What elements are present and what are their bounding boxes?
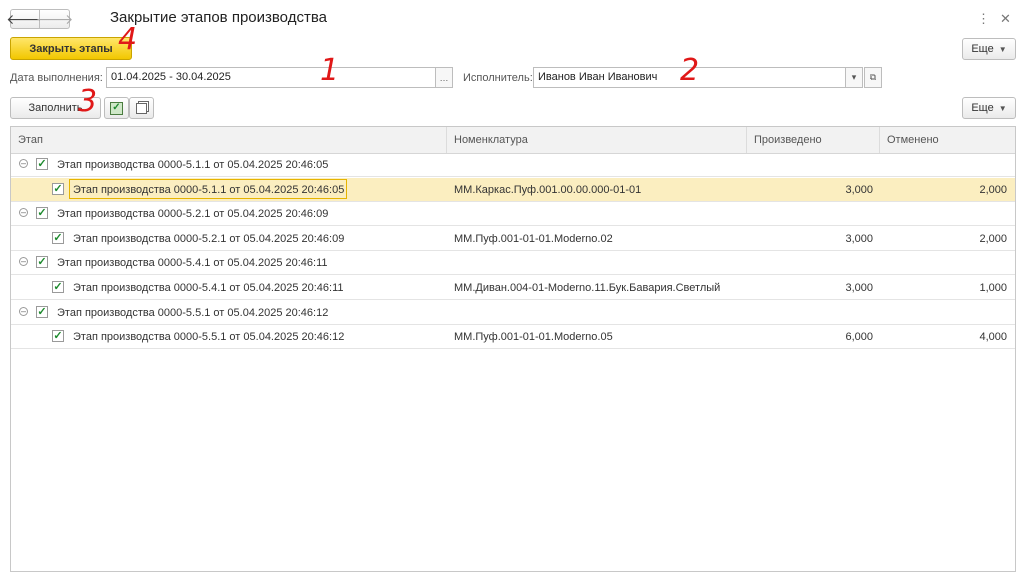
chevron-down-icon: ▾ [851, 72, 857, 82]
date-select-button[interactable]: … [435, 67, 453, 88]
cancelled-cell [880, 251, 1007, 275]
table-row[interactable]: ✓ Этап производства 0000-5.5.1 от 05.04.2… [11, 325, 1015, 350]
check-all-button[interactable]: ✓ [104, 97, 129, 119]
open-window-icon: ⧉ [869, 72, 877, 82]
more-button-table[interactable]: Еще ▼ [962, 97, 1016, 119]
column-header-cancelled[interactable]: Отменено [880, 127, 1015, 153]
collapse-icon[interactable]: – [19, 306, 28, 316]
group-row[interactable]: – ✓ Этап производства 0000-5.2.1 от 05.04.… [11, 202, 1015, 227]
nomenclature-cell: ММ.Каркас.Пуф.001.00.00.000-01-01 [454, 183, 642, 196]
row-checkbox[interactable]: ✓ [36, 305, 48, 318]
nomenclature-cell: ММ.Диван.004-01-Moderno.11.Бук.Бавария.С… [454, 282, 721, 294]
produced-cell: 6,000 [845, 331, 873, 344]
stage-cell: Этап производства 0000-5.5.1 от 05.04.20… [57, 306, 329, 319]
produced-cell [747, 153, 873, 177]
row-checkbox[interactable]: ✓ [52, 231, 64, 244]
stage-cell: Этап производства 0000-5.4.1 от 05.04.20… [57, 257, 328, 270]
table-row[interactable]: ✓ Этап производства 0000-5.2.1 от 05.04.2… [11, 227, 1015, 251]
close-stages-button[interactable]: Закрыть этапы [10, 37, 132, 60]
row-checkbox[interactable]: ✓ [36, 158, 48, 170]
collapse-icon[interactable]: – [19, 208, 28, 218]
cancelled-cell: 1,000 [979, 282, 1007, 294]
ellipsis-icon: … [439, 72, 449, 83]
executor-open-button[interactable]: ⧉ [864, 67, 882, 88]
cancelled-cell: 2,000 [979, 232, 1007, 245]
table-header: Этап Номенклатура Произведено Отменено [11, 127, 1015, 154]
produced-cell: 3,000 [845, 183, 873, 196]
date-period-input[interactable]: 01.04.2025 - 30.04.2025 [106, 67, 436, 88]
table-row[interactable]: ✓ Этап производства 0000-5.4.1 от 05.04.2… [11, 276, 1015, 300]
arrow-right-icon: 🡒 [35, 10, 74, 27]
executor-dropdown-button[interactable]: ▾ [845, 67, 863, 88]
stage-cell: Этап производства 0000-5.5.1 от 05.04.20… [73, 331, 345, 344]
more-button-top[interactable]: Еще ▼ [962, 38, 1016, 60]
cancelled-cell [880, 153, 1007, 177]
cancelled-cell: 4,000 [979, 331, 1007, 344]
row-checkbox[interactable]: ✓ [52, 330, 64, 343]
annotation-2: 2 [680, 53, 700, 88]
executor-label: Исполнитель: [463, 72, 533, 84]
more-label: Еще [971, 43, 994, 55]
cancelled-cell [880, 202, 1007, 226]
stage-cell: Этап производства 0000-5.2.1 от 05.04.20… [73, 232, 345, 245]
produced-cell [747, 202, 873, 226]
group-row[interactable]: – ✓ Этап производства 0000-5.1.1 от 05.04.… [11, 153, 1015, 177]
date-label: Дата выполнения: [10, 72, 103, 84]
stages-table[interactable]: Этап Номенклатура Произведено Отменено –… [10, 126, 1016, 572]
column-header-nomenclature[interactable]: Номенклатура [447, 127, 747, 153]
uncheck-all-button[interactable] [129, 97, 154, 119]
close-icon[interactable]: ✕ [1000, 11, 1011, 27]
annotation-1: 1 [320, 53, 340, 88]
row-checkbox[interactable]: ✓ [52, 182, 64, 195]
collapse-icon[interactable]: – [19, 257, 28, 267]
produced-cell: 3,000 [845, 232, 873, 245]
stage-cell: Этап производства 0000-5.1.1 от 05.04.20… [57, 159, 329, 171]
forward-button[interactable]: 🡒 [36, 9, 73, 29]
produced-cell [747, 301, 873, 325]
stage-cell: Этап производства 0000-5.2.1 от 05.04.20… [57, 208, 329, 221]
group-row[interactable]: – ✓ Этап производства 0000-5.5.1 от 05.04.… [11, 301, 1015, 325]
row-checkbox[interactable]: ✓ [52, 281, 64, 293]
nomenclature-cell: ММ.Пуф.001-01-01.Moderno.02 [454, 232, 613, 245]
more-vertical-icon[interactable]: ⋮ [977, 11, 990, 27]
caret-down-icon: ▼ [998, 103, 1007, 113]
column-header-produced[interactable]: Произведено [747, 127, 880, 153]
produced-cell: 3,000 [845, 282, 873, 294]
annotation-3: 3 [78, 84, 98, 119]
column-header-stage[interactable]: Этап [11, 127, 447, 153]
check-all-icon: ✓ [110, 101, 123, 115]
cancelled-cell [880, 301, 1007, 325]
stage-cell: Этап производства 0000-5.4.1 от 05.04.20… [73, 282, 344, 294]
group-row[interactable]: – ✓ Этап производства 0000-5.4.1 от 05.04.… [11, 251, 1015, 276]
caret-down-icon: ▼ [998, 44, 1007, 54]
produced-cell [747, 251, 873, 275]
collapse-icon[interactable]: – [19, 159, 28, 168]
row-checkbox[interactable]: ✓ [36, 207, 48, 220]
more-label: Еще [971, 102, 994, 114]
row-checkbox[interactable]: ✓ [36, 256, 48, 269]
annotation-4: 4 [118, 22, 138, 57]
table-row[interactable]: ✓ Этап производства 0000-5.1.1 от 05.04.2… [11, 177, 1015, 202]
nomenclature-cell: ММ.Пуф.001-01-01.Moderno.05 [454, 331, 613, 344]
stage-cell: Этап производства 0000-5.1.1 от 05.04.20… [73, 183, 345, 196]
page-title: Закрытие этапов производства [110, 9, 327, 26]
uncheck-all-icon [136, 102, 147, 114]
cancelled-cell: 2,000 [979, 183, 1007, 196]
